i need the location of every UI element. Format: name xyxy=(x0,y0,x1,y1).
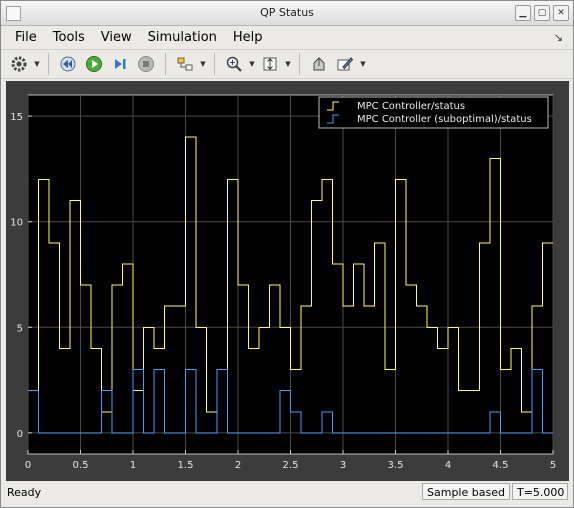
status-ready: Ready xyxy=(7,486,42,499)
stop-icon[interactable] xyxy=(134,52,158,76)
scope-plot[interactable]: 0 0.5 1 1.5 2 2.5 3 3.5 4 4.5 5 0 5 10 15 MPC Controlle… xyxy=(6,81,569,481)
x-tick-label: 5 xyxy=(550,460,556,471)
x-tick-label: 3.5 xyxy=(388,460,404,471)
menu-view[interactable]: View xyxy=(93,26,140,48)
y-tick-label: 5 xyxy=(17,323,23,334)
legend-label-1: MPC Controller/status xyxy=(357,101,465,112)
autoscale-dropdown-arrow[interactable]: ▼ xyxy=(284,52,292,76)
style-dropdown-arrow[interactable]: ▼ xyxy=(359,52,367,76)
menu-file[interactable]: File xyxy=(7,26,45,48)
menu-bar: File Tools View Simulation Help xyxy=(1,26,573,48)
zoom-dropdown-arrow[interactable]: ▼ xyxy=(248,52,256,76)
plot-frame: 0 0.5 1 1.5 2 2.5 3 3.5 4 4.5 5 0 5 10 15 MPC Controlle… xyxy=(6,81,569,481)
status-bar: Ready Sample based T=5.000 xyxy=(1,483,573,503)
toolbar-separator xyxy=(299,53,300,75)
x-tick-label: 1 xyxy=(130,460,136,471)
signal-dropdown-arrow[interactable]: ▼ xyxy=(199,52,207,76)
highlight-block-icon[interactable] xyxy=(307,52,331,76)
menu-tools[interactable]: Tools xyxy=(45,26,93,48)
menu-simulation[interactable]: Simulation xyxy=(140,26,225,48)
menu-help[interactable]: Help xyxy=(225,26,271,48)
dock-arrow-icon[interactable]: ↘ xyxy=(554,31,563,44)
x-tick-label: 3 xyxy=(340,460,346,471)
toolbar: ▼ ▼ ▼ ▼ ▼ xyxy=(1,49,573,79)
time-status: T=5.000 xyxy=(512,483,568,500)
toolbar-separator xyxy=(48,53,49,75)
style-icon[interactable] xyxy=(333,52,357,76)
x-tick-label: 0 xyxy=(25,460,31,471)
minimize-button[interactable]: ▁ xyxy=(515,5,531,21)
step-forward-icon[interactable] xyxy=(108,52,132,76)
autoscale-icon[interactable] xyxy=(258,52,282,76)
maximize-button[interactable]: ▢ xyxy=(534,5,550,21)
step-back-icon[interactable] xyxy=(56,52,80,76)
x-tick-label: 1.5 xyxy=(178,460,194,471)
x-tick-label: 4.5 xyxy=(493,460,509,471)
run-icon[interactable] xyxy=(82,52,106,76)
settings-dropdown-arrow[interactable]: ▼ xyxy=(33,52,41,76)
x-tick-label: 2 xyxy=(235,460,241,471)
signal-select-icon[interactable] xyxy=(173,52,197,76)
x-tick-label: 4 xyxy=(445,460,451,471)
gear-icon[interactable] xyxy=(7,52,31,76)
toolbar-separator xyxy=(214,53,215,75)
x-tick-label: 0.5 xyxy=(73,460,89,471)
scope-window: QP Status ▁ ▢ ✕ File Tools View Simulati… xyxy=(0,0,574,508)
window-title: QP Status xyxy=(260,6,314,19)
close-button[interactable]: ✕ xyxy=(553,5,569,21)
x-tick-label: 2.5 xyxy=(283,460,299,471)
y-tick-label: 15 xyxy=(10,112,23,123)
sample-mode-status: Sample based xyxy=(422,483,510,500)
y-tick-label: 10 xyxy=(10,218,23,229)
toolbar-separator xyxy=(165,53,166,75)
legend-label-2: MPC Controller (suboptimal)/status xyxy=(357,114,532,125)
title-bar[interactable]: QP Status ▁ ▢ ✕ xyxy=(1,1,573,26)
zoom-icon[interactable] xyxy=(222,52,246,76)
y-tick-label: 0 xyxy=(17,429,23,440)
